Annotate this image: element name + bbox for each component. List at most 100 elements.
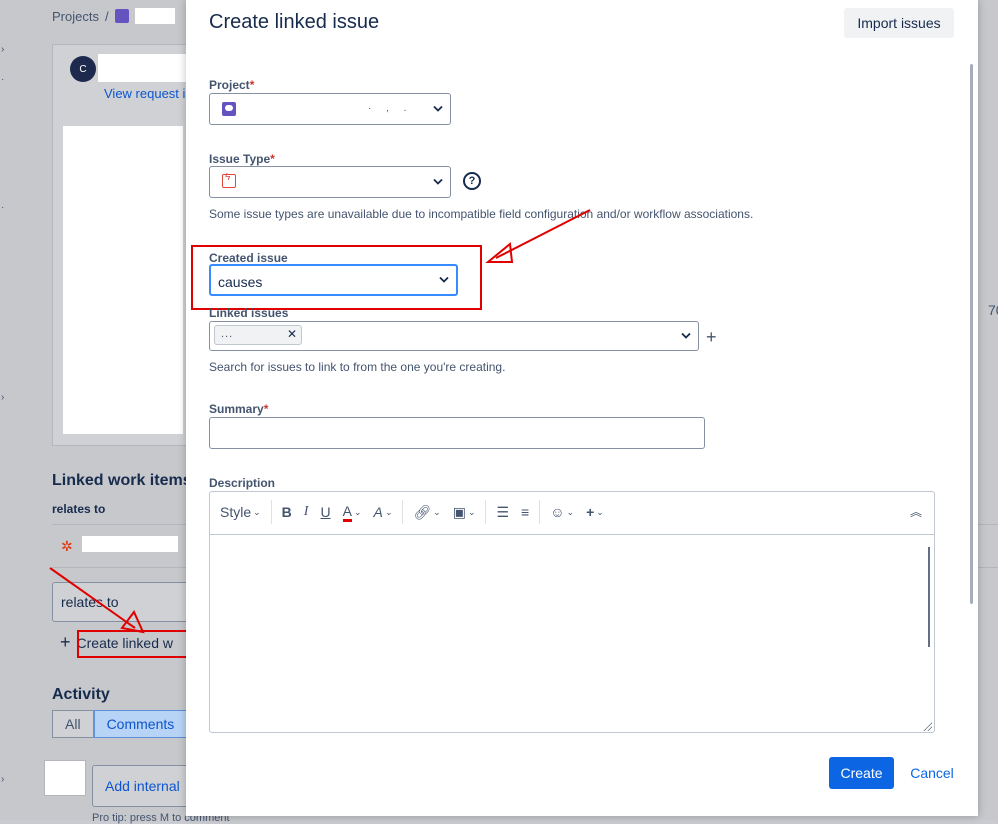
required-asterisk: * [270,152,275,166]
toolbar-divider [270,500,272,524]
created-issue-label: Created issue [209,251,288,265]
project-label-text: Project [209,78,250,92]
activity-heading: Activity [52,686,110,703]
add-internal-note-button[interactable]: Add internal [92,765,194,807]
link-type-value: relates to [61,594,119,610]
link-type-value: causes [218,274,263,290]
summary-input[interactable] [209,417,705,449]
chevron-down-icon: ⌄ [433,506,441,517]
plus-icon: + [586,504,595,520]
redacted-reporter-name [98,54,188,82]
chevron-down-icon: ⌄ [353,506,362,517]
text-color-button[interactable]: A ⌄ [337,503,368,522]
linked-issue-tag-text: ... [221,328,234,340]
activity-tabs: All Comments [52,710,188,738]
rail-chevron-icon[interactable]: › [1,44,4,55]
required-asterisk: * [249,78,255,92]
bug-icon: ✲ [61,538,73,554]
import-issues-button[interactable]: Import issues [844,8,954,38]
chevron-down-icon [681,332,691,339]
chevron-down-icon [433,178,443,185]
italic-button[interactable]: I [298,504,315,520]
breadcrumb-projects[interactable]: Projects [52,9,99,24]
chevron-down-icon: ⌄ [253,506,261,517]
plus-icon: + [60,632,71,652]
linked-work-items-heading: Linked work items [52,472,192,489]
relates-to-heading: relates to [52,502,106,516]
link-type-select[interactable]: causes [209,264,458,296]
bullet-list-icon: ☰ [496,503,510,520]
description-text-area[interactable] [210,534,934,733]
tab-all[interactable]: All [52,710,94,738]
clear-format-icon: A [373,504,383,520]
description-label: Description [209,476,276,490]
emoji-icon: ☺ [550,504,565,520]
add-internal-label: Add internal [105,778,180,794]
chevron-down-icon: ⌄ [596,506,604,517]
redacted-project-name[interactable] [134,8,175,24]
cancel-button[interactable]: Cancel [904,757,960,789]
attachment-button[interactable]: ▣ ⌄ [447,504,482,521]
link-type-select[interactable]: relates to [52,582,194,622]
redacted-description [63,126,183,434]
help-icon[interactable]: ? [463,172,481,190]
annotation-highlight-box [77,630,193,658]
breadcrumb-separator: / [104,8,109,24]
linked-issues-select[interactable]: ... ✕ [209,321,699,351]
avatar[interactable]: C [70,56,96,82]
project-label: Project* [209,78,254,92]
more-formatting-button[interactable]: A ⌄ [367,504,398,520]
link-button[interactable]: 🔗︎ ⌄ [407,504,446,521]
rail-dot-icon: · [1,74,5,85]
project-select[interactable]: · , . [209,93,451,125]
comment-avatar [44,760,86,796]
chevron-down-icon: ⌄ [384,506,393,517]
toolbar-divider [402,500,404,524]
create-button[interactable]: Create [829,757,894,789]
style-dropdown[interactable]: Style ⌄ [210,504,267,520]
description-editor: Style ⌄ B I U A ⌄ A ⌄ 🔗︎ ⌄ ▣ ⌄ ☰ ≡ ☺ ⌄ + ⌄ ︽ [209,491,935,733]
text-color-icon: A [342,503,352,522]
chevron-down-icon: ⌄ [467,506,476,517]
tab-comments[interactable]: Comments [93,710,188,738]
issue-type-select[interactable] [209,166,451,198]
breadcrumb: Projects / [52,8,175,24]
dialog-title: Create linked issue [209,11,380,33]
remove-tag-icon[interactable]: ✕ [287,327,297,341]
bold-button[interactable]: B [276,504,298,520]
redacted-linked-item [82,536,178,552]
link-icon: 🔗︎ [413,503,432,520]
add-linked-issue-icon[interactable]: + [706,327,717,348]
left-rail [0,0,14,820]
underline-button[interactable]: U [314,504,336,520]
summary-label-text: Summary [209,402,264,416]
required-asterisk: * [263,402,269,416]
toolbar-divider [485,500,487,524]
collapse-toolbar-icon[interactable]: ︽ [910,503,922,520]
chevron-down-icon [433,105,443,112]
create-linked-issue-dialog: Create linked issue Import issues Projec… [186,0,978,816]
numbered-list-icon: ≡ [521,504,530,520]
project-avatar-icon [222,102,236,116]
view-request-link[interactable]: View request i [104,86,185,101]
editor-scrollbar[interactable] [928,547,930,647]
rail-chevron-icon[interactable]: › [1,392,4,403]
chevron-down-icon [439,276,449,283]
linked-issues-helper: Search for issues to link to from the on… [209,360,506,374]
issue-type-helper: Some issue types are unavailable due to … [209,207,754,221]
style-label: Style [220,504,252,520]
linked-issues-label: Linked issues [209,306,289,320]
chevron-down-icon: ⌄ [566,506,575,517]
emoji-button[interactable]: ☺ ⌄ [544,504,580,520]
insert-button[interactable]: + ⌄ [580,504,610,520]
editor-toolbar: Style ⌄ B I U A ⌄ A ⌄ 🔗︎ ⌄ ▣ ⌄ ☰ ≡ ☺ ⌄ + ⌄ [210,492,934,532]
redacted-project-value: · , . [368,103,413,114]
resize-handle-icon[interactable] [922,721,932,731]
linked-issue-tag[interactable]: ... ✕ [214,325,302,345]
dialog-scrollbar[interactable] [970,64,973,604]
rail-chevron-icon[interactable]: › [1,774,4,785]
numbered-list-button[interactable]: ≡ [515,504,535,520]
edge-text: 70 [988,302,998,318]
bullet-list-button[interactable]: ☰ [490,504,515,521]
toolbar-divider [539,500,541,524]
